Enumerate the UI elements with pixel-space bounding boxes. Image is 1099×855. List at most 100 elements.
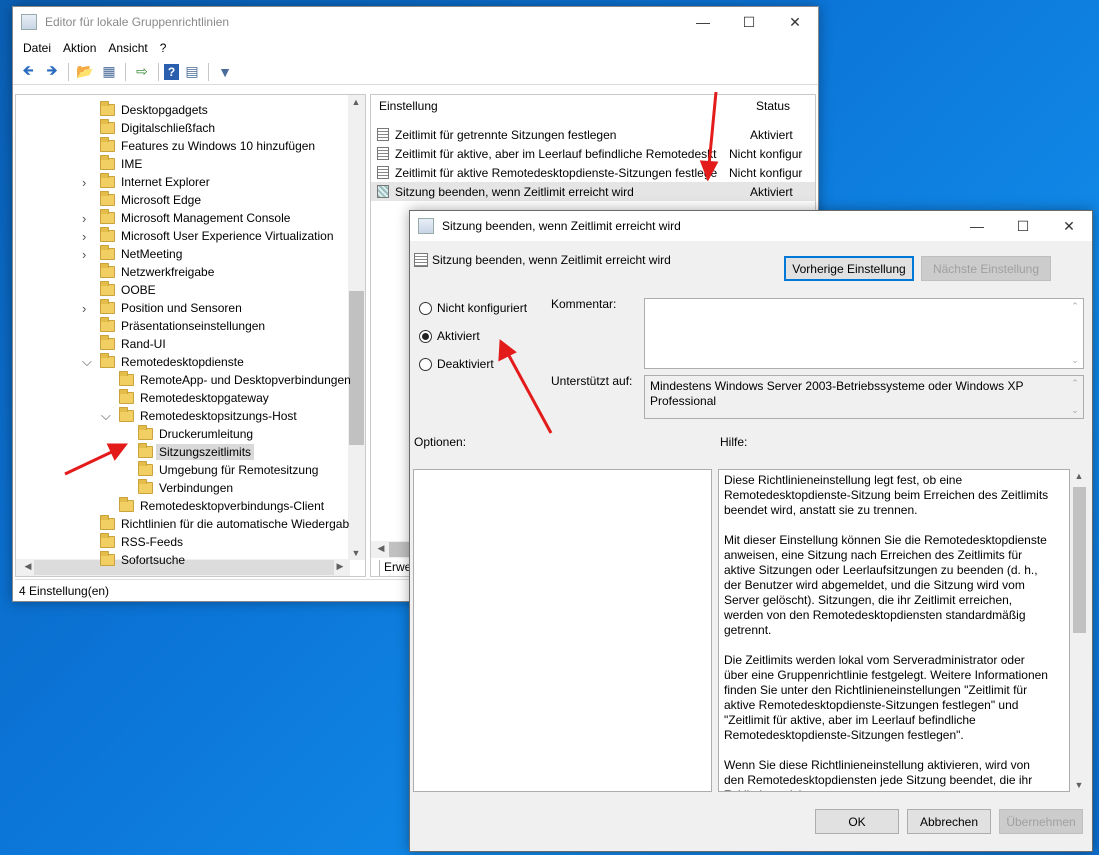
apply-button[interactable]: Übernehmen: [999, 809, 1083, 834]
chevron-down-icon[interactable]: ⌵: [82, 354, 94, 370]
close-button[interactable]: ✕: [772, 7, 818, 37]
tree-item[interactable]: Sofortsuche: [100, 551, 185, 569]
menu-datei[interactable]: Datei: [17, 41, 57, 55]
tree-item[interactable]: › Microsoft User Experience Virtualizatio…: [82, 227, 334, 245]
radio-not-configured[interactable]: Nicht konfiguriert: [419, 301, 527, 315]
tree-item-label: Remotedesktopsitzungs-Host: [140, 409, 297, 423]
scroll-right-icon[interactable]: ▶: [332, 561, 348, 572]
filter-icon[interactable]: ▼: [214, 61, 236, 83]
setting-name: Sitzung beenden, wenn Zeitlimit erreicht…: [395, 184, 634, 199]
list-hscroll-thumb[interactable]: [389, 542, 409, 557]
tree-scroll-thumb[interactable]: [349, 291, 364, 445]
folder-icon: [100, 533, 115, 548]
scroll-up-icon[interactable]: ▲: [348, 97, 364, 107]
tree-item[interactable]: Netzwerkfreigabe: [100, 263, 214, 281]
radio-circle-selected[interactable]: [419, 329, 432, 343]
chevron-right-icon[interactable]: ›: [82, 301, 94, 316]
tree-item[interactable]: Desktopgadgets: [100, 101, 208, 119]
tree-item[interactable]: Remotedesktopgateway: [119, 389, 269, 407]
tree-item[interactable]: RSS-Feeds: [100, 533, 183, 551]
tree-item[interactable]: OOBE: [100, 281, 156, 299]
folder-icon: [138, 461, 153, 476]
minimize-button[interactable]: —: [680, 7, 726, 37]
maximize-button[interactable]: ☐: [726, 7, 772, 37]
tree-item[interactable]: Verbindungen: [138, 479, 233, 497]
tree-item[interactable]: › Internet Explorer: [82, 173, 210, 191]
forward-arrow-icon[interactable]: 🡺: [41, 61, 63, 83]
export-list-icon[interactable]: ⇨: [131, 61, 153, 83]
tree-item[interactable]: Sitzungszeitlimits: [138, 443, 255, 461]
tree-item[interactable]: Digitalschließfach: [100, 119, 215, 137]
column-header-setting[interactable]: Einstellung: [379, 99, 438, 113]
dialog-maximize-button[interactable]: ☐: [1000, 211, 1046, 241]
scroll-down-icon[interactable]: ⌄: [1067, 405, 1083, 416]
chevron-right-icon[interactable]: ›: [82, 247, 94, 262]
scroll-down-icon[interactable]: ⌄: [1067, 355, 1083, 366]
tree-item[interactable]: Remotedesktopverbindungs-Client: [119, 497, 324, 515]
scroll-left-icon[interactable]: ◀: [373, 543, 389, 554]
up-folder-icon[interactable]: 📂: [74, 61, 96, 83]
tree-item[interactable]: › Microsoft Management Console: [82, 209, 290, 227]
column-header-status[interactable]: Status: [756, 99, 790, 113]
help-icon[interactable]: ?: [164, 63, 179, 80]
help-scrollbar[interactable]: ▲ ▼: [1071, 469, 1088, 792]
supported-on-value: Mindestens Windows Server 2003-Betriebss…: [650, 379, 1024, 408]
folder-icon: [100, 137, 115, 152]
tree-item[interactable]: › NetMeeting: [82, 245, 182, 263]
tree-item-label: Digitalschließfach: [121, 121, 216, 135]
folder-icon: [100, 317, 115, 332]
tree-pane[interactable]: ▲ ▼ ◀ ▶ Desktopgadgets Digitalschließfach…: [15, 94, 366, 577]
radio-circle[interactable]: [419, 301, 432, 315]
scroll-up-icon[interactable]: ▲: [1071, 471, 1087, 481]
tree-item[interactable]: Druckerumleitung: [138, 425, 253, 443]
next-setting-button[interactable]: Nächste Einstellung: [921, 256, 1051, 281]
main-titlebar[interactable]: Editor für lokale Gruppenrichtlinien — ☐…: [13, 7, 818, 37]
tree-item[interactable]: RemoteApp- und Desktopverbindungen: [119, 371, 351, 389]
previous-setting-button[interactable]: Vorherige Einstellung: [784, 256, 914, 281]
scroll-up-icon[interactable]: ⌃: [1067, 301, 1083, 312]
setting-status: Aktiviert: [750, 127, 793, 142]
tree-item[interactable]: IME: [100, 155, 142, 173]
scroll-down-icon[interactable]: ▼: [348, 548, 364, 558]
dialog-titlebar[interactable]: Sitzung beenden, wenn Zeitlimit erreicht…: [410, 211, 1092, 241]
scroll-up-icon[interactable]: ⌃: [1067, 378, 1083, 389]
tree-item[interactable]: Richtlinien für die automatische Wiederg…: [100, 515, 349, 533]
tree-item[interactable]: Präsentationseinstellungen: [100, 317, 265, 335]
chevron-right-icon[interactable]: ›: [82, 229, 94, 244]
tree-item[interactable]: Rand-UI: [100, 335, 166, 353]
tree-item[interactable]: ⌵ Remotedesktopdienste: [82, 353, 244, 371]
cancel-button[interactable]: Abbrechen: [907, 809, 991, 834]
dialog-close-button[interactable]: ✕: [1046, 211, 1092, 241]
comment-field[interactable]: ⌃ ⌄: [644, 298, 1084, 369]
tree-item-label: Remotedesktopgateway: [140, 391, 269, 405]
menu-ansicht[interactable]: Ansicht: [102, 41, 153, 55]
scroll-down-icon[interactable]: ▼: [1071, 780, 1087, 790]
tree-item[interactable]: ⌵ Remotedesktopsitzungs-Host: [101, 407, 297, 425]
policy-setting-icon: [377, 147, 389, 160]
list-row[interactable]: Zeitlimit für getrennte Sitzungen festle…: [371, 125, 815, 144]
dialog-minimize-button[interactable]: —: [954, 211, 1000, 241]
help-scroll-thumb[interactable]: [1073, 487, 1086, 633]
chevron-right-icon[interactable]: ›: [82, 175, 94, 190]
tree-item[interactable]: Features zu Windows 10 hinzufügen: [100, 137, 315, 155]
tree-item-label: Sitzungszeitlimits: [156, 444, 255, 460]
show-hide-tree-icon[interactable]: ▦: [98, 61, 120, 83]
list-row[interactable]: Sitzung beenden, wenn Zeitlimit erreicht…: [371, 182, 815, 201]
list-row[interactable]: Zeitlimit für aktive, aber im Leerlauf b…: [371, 144, 815, 163]
tree-vertical-scrollbar[interactable]: ▲ ▼: [348, 95, 365, 560]
radio-circle[interactable]: [419, 357, 432, 371]
back-arrow-icon[interactable]: 🡸: [17, 61, 39, 83]
folder-icon: [100, 281, 115, 296]
tree-item[interactable]: Umgebung für Remotesitzung: [138, 461, 318, 479]
radio-disabled[interactable]: Deaktiviert: [419, 357, 494, 371]
chevron-right-icon[interactable]: ›: [82, 211, 94, 226]
ok-button[interactable]: OK: [815, 809, 899, 834]
menu-aktion[interactable]: Aktion: [57, 41, 102, 55]
list-row[interactable]: Zeitlimit für aktive Remotedesktopdienst…: [371, 163, 815, 182]
menu-help[interactable]: ?: [154, 41, 173, 55]
properties-icon[interactable]: ▤: [181, 61, 203, 83]
chevron-down-icon[interactable]: ⌵: [101, 408, 113, 424]
tree-item[interactable]: Microsoft Edge: [100, 191, 201, 209]
tree-item[interactable]: › Position und Sensoren: [82, 299, 242, 317]
radio-enabled[interactable]: Aktiviert: [419, 329, 480, 343]
